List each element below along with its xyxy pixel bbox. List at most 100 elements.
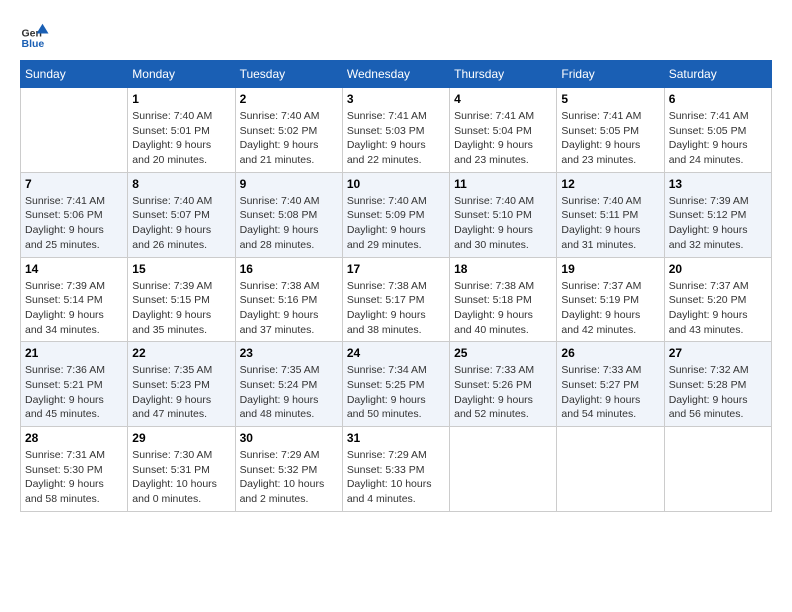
calendar-cell: 20 Sunrise: 7:37 AMSunset: 5:20 PMDayligh… xyxy=(664,257,771,342)
day-info: Sunrise: 7:36 AMSunset: 5:21 PMDaylight:… xyxy=(25,363,123,422)
calendar-cell: 2 Sunrise: 7:40 AMSunset: 5:02 PMDaylight… xyxy=(235,88,342,173)
day-info: Sunrise: 7:38 AMSunset: 5:18 PMDaylight:… xyxy=(454,279,552,338)
calendar-cell: 8 Sunrise: 7:40 AMSunset: 5:07 PMDaylight… xyxy=(128,172,235,257)
day-info: Sunrise: 7:41 AMSunset: 5:05 PMDaylight:… xyxy=(561,109,659,168)
calendar-cell: 9 Sunrise: 7:40 AMSunset: 5:08 PMDaylight… xyxy=(235,172,342,257)
day-info: Sunrise: 7:41 AMSunset: 5:04 PMDaylight:… xyxy=(454,109,552,168)
svg-text:Blue: Blue xyxy=(22,38,45,50)
day-info: Sunrise: 7:38 AMSunset: 5:16 PMDaylight:… xyxy=(240,279,338,338)
calendar-cell: 16Sunrise: 7:38 AMSunset: 5:16 PMDayligh… xyxy=(235,257,342,342)
calendar-cell: 6Sunrise: 7:41 AMSunset: 5:05 PMDaylight… xyxy=(664,88,771,173)
day-info: Sunrise: 7:40 AMSunset: 5:11 PMDaylight:… xyxy=(561,194,659,253)
calendar-cell xyxy=(664,427,771,512)
day-info: Sunrise: 7:32 AMSunset: 5:28 PMDaylight:… xyxy=(669,363,767,422)
calendar-cell: 17 Sunrise: 7:38 AMSunset: 5:17 PMDayligh… xyxy=(342,257,449,342)
day-number: 8 xyxy=(132,177,230,191)
day-number: 12 xyxy=(561,177,659,191)
day-info: Sunrise: 7:34 AMSunset: 5:25 PMDaylight:… xyxy=(347,363,445,422)
calendar-week-3: 14 Sunrise: 7:39 AMSunset: 5:14 PMDayligh… xyxy=(21,257,772,342)
calendar-cell: 19Sunrise: 7:37 AMSunset: 5:19 PMDayligh… xyxy=(557,257,664,342)
day-number: 22 xyxy=(132,346,230,360)
calendar-cell: 23Sunrise: 7:35 AMSunset: 5:24 PMDayligh… xyxy=(235,342,342,427)
day-info: Sunrise: 7:40 AMSunset: 5:02 PMDaylight:… xyxy=(240,109,338,168)
day-number: 2 xyxy=(240,92,338,106)
col-header-wednesday: Wednesday xyxy=(342,61,449,88)
calendar-week-4: 21 Sunrise: 7:36 AMSunset: 5:21 PMDayligh… xyxy=(21,342,772,427)
calendar-cell: 26Sunrise: 7:33 AMSunset: 5:27 PMDayligh… xyxy=(557,342,664,427)
day-info: Sunrise: 7:38 AMSunset: 5:17 PMDaylight:… xyxy=(347,279,445,338)
day-info: Sunrise: 7:33 AMSunset: 5:27 PMDaylight:… xyxy=(561,363,659,422)
col-header-monday: Monday xyxy=(128,61,235,88)
day-number: 18 xyxy=(454,262,552,276)
day-info: Sunrise: 7:40 AMSunset: 5:09 PMDaylight:… xyxy=(347,194,445,253)
day-number: 21 xyxy=(25,346,123,360)
calendar-cell xyxy=(557,427,664,512)
day-number: 15 xyxy=(132,262,230,276)
calendar-cell: 11 Sunrise: 7:40 AMSunset: 5:10 PMDayligh… xyxy=(450,172,557,257)
day-number: 17 xyxy=(347,262,445,276)
day-number: 11 xyxy=(454,177,552,191)
calendar-cell: 29 Sunrise: 7:30 AMSunset: 5:31 PMDayligh… xyxy=(128,427,235,512)
calendar-cell: 10 Sunrise: 7:40 AMSunset: 5:09 PMDayligh… xyxy=(342,172,449,257)
col-header-saturday: Saturday xyxy=(664,61,771,88)
logo-icon: Gen Blue xyxy=(20,20,50,50)
day-number: 30 xyxy=(240,431,338,445)
col-header-tuesday: Tuesday xyxy=(235,61,342,88)
day-number: 24 xyxy=(347,346,445,360)
day-number: 14 xyxy=(25,262,123,276)
day-number: 6 xyxy=(669,92,767,106)
calendar-cell: 18 Sunrise: 7:38 AMSunset: 5:18 PMDayligh… xyxy=(450,257,557,342)
calendar-cell: 7Sunrise: 7:41 AMSunset: 5:06 PMDaylight… xyxy=(21,172,128,257)
day-info: Sunrise: 7:40 AMSunset: 5:01 PMDaylight:… xyxy=(132,109,230,168)
day-number: 27 xyxy=(669,346,767,360)
logo: Gen Blue xyxy=(20,20,54,50)
calendar-cell: 5 Sunrise: 7:41 AMSunset: 5:05 PMDaylight… xyxy=(557,88,664,173)
day-info: Sunrise: 7:29 AMSunset: 5:33 PMDaylight:… xyxy=(347,448,445,507)
day-number: 5 xyxy=(561,92,659,106)
day-info: Sunrise: 7:29 AMSunset: 5:32 PMDaylight:… xyxy=(240,448,338,507)
calendar-cell: 13 Sunrise: 7:39 AMSunset: 5:12 PMDayligh… xyxy=(664,172,771,257)
calendar-cell: 15 Sunrise: 7:39 AMSunset: 5:15 PMDayligh… xyxy=(128,257,235,342)
day-number: 13 xyxy=(669,177,767,191)
day-info: Sunrise: 7:35 AMSunset: 5:24 PMDaylight:… xyxy=(240,363,338,422)
day-info: Sunrise: 7:31 AMSunset: 5:30 PMDaylight:… xyxy=(25,448,123,507)
calendar-table: SundayMondayTuesdayWednesdayThursdayFrid… xyxy=(20,60,772,512)
day-info: Sunrise: 7:35 AMSunset: 5:23 PMDaylight:… xyxy=(132,363,230,422)
day-number: 1 xyxy=(132,92,230,106)
calendar-header: SundayMondayTuesdayWednesdayThursdayFrid… xyxy=(21,61,772,88)
day-info: Sunrise: 7:39 AMSunset: 5:14 PMDaylight:… xyxy=(25,279,123,338)
day-number: 28 xyxy=(25,431,123,445)
day-number: 19 xyxy=(561,262,659,276)
col-header-thursday: Thursday xyxy=(450,61,557,88)
day-number: 29 xyxy=(132,431,230,445)
calendar-cell: 4 Sunrise: 7:41 AMSunset: 5:04 PMDaylight… xyxy=(450,88,557,173)
day-info: Sunrise: 7:39 AMSunset: 5:15 PMDaylight:… xyxy=(132,279,230,338)
calendar-cell: 27 Sunrise: 7:32 AMSunset: 5:28 PMDayligh… xyxy=(664,342,771,427)
day-info: Sunrise: 7:40 AMSunset: 5:10 PMDaylight:… xyxy=(454,194,552,253)
day-info: Sunrise: 7:37 AMSunset: 5:20 PMDaylight:… xyxy=(669,279,767,338)
col-header-friday: Friday xyxy=(557,61,664,88)
day-number: 20 xyxy=(669,262,767,276)
calendar-cell xyxy=(21,88,128,173)
calendar-cell: 12 Sunrise: 7:40 AMSunset: 5:11 PMDayligh… xyxy=(557,172,664,257)
calendar-cell: 25Sunrise: 7:33 AMSunset: 5:26 PMDayligh… xyxy=(450,342,557,427)
page-header: Gen Blue xyxy=(20,20,772,50)
calendar-cell: 14 Sunrise: 7:39 AMSunset: 5:14 PMDayligh… xyxy=(21,257,128,342)
day-number: 10 xyxy=(347,177,445,191)
calendar-cell: 21 Sunrise: 7:36 AMSunset: 5:21 PMDayligh… xyxy=(21,342,128,427)
day-info: Sunrise: 7:40 AMSunset: 5:07 PMDaylight:… xyxy=(132,194,230,253)
calendar-cell: 22 Sunrise: 7:35 AMSunset: 5:23 PMDayligh… xyxy=(128,342,235,427)
day-info: Sunrise: 7:41 AMSunset: 5:03 PMDaylight:… xyxy=(347,109,445,168)
day-number: 9 xyxy=(240,177,338,191)
day-info: Sunrise: 7:33 AMSunset: 5:26 PMDaylight:… xyxy=(454,363,552,422)
calendar-week-5: 28 Sunrise: 7:31 AMSunset: 5:30 PMDayligh… xyxy=(21,427,772,512)
calendar-week-1: 1 Sunrise: 7:40 AMSunset: 5:01 PMDaylight… xyxy=(21,88,772,173)
calendar-cell: 31Sunrise: 7:29 AMSunset: 5:33 PMDayligh… xyxy=(342,427,449,512)
day-info: Sunrise: 7:39 AMSunset: 5:12 PMDaylight:… xyxy=(669,194,767,253)
calendar-cell: 24 Sunrise: 7:34 AMSunset: 5:25 PMDayligh… xyxy=(342,342,449,427)
day-number: 4 xyxy=(454,92,552,106)
day-info: Sunrise: 7:40 AMSunset: 5:08 PMDaylight:… xyxy=(240,194,338,253)
col-header-sunday: Sunday xyxy=(21,61,128,88)
calendar-cell: 3Sunrise: 7:41 AMSunset: 5:03 PMDaylight… xyxy=(342,88,449,173)
day-info: Sunrise: 7:30 AMSunset: 5:31 PMDaylight:… xyxy=(132,448,230,507)
